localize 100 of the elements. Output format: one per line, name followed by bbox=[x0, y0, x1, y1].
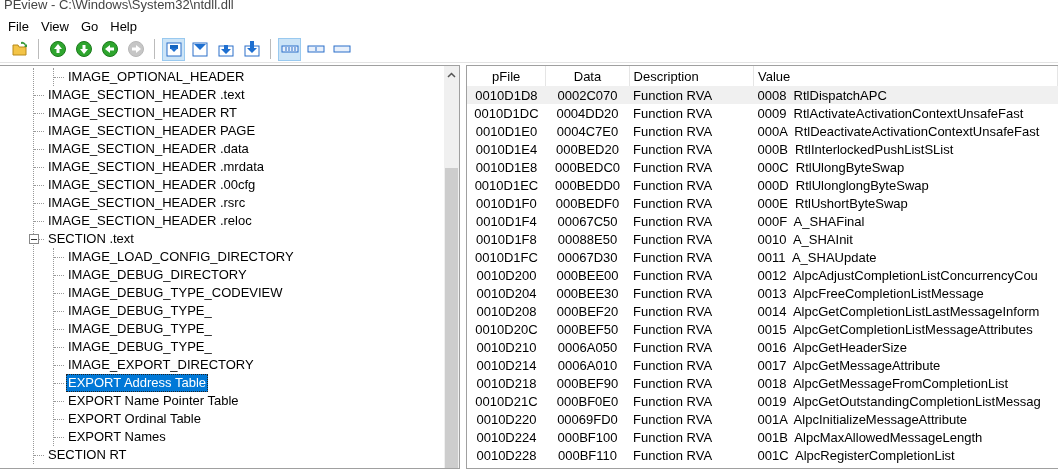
table-cell-text: 0011 A_SHAUpdate bbox=[756, 248, 878, 266]
table-cell-text: Function RVA bbox=[632, 284, 714, 302]
table-row[interactable]: 0010D204 000BEE30 Function RVA 0013 AlpcFreeCompletionListMessage bbox=[467, 284, 1058, 302]
table-row[interactable]: 0010D220 00069FD0 Function RVA 001A AlpcInitializeMessageAttribute bbox=[467, 410, 1058, 428]
table-cell-text: 0010D214 bbox=[475, 356, 538, 374]
tree-item[interactable]: IMAGE_DEBUG_TYPE_ bbox=[66, 302, 214, 320]
table-cell-text: 0010D224 bbox=[475, 428, 538, 446]
tree-item[interactable]: IMAGE_OPTIONAL_HEADER bbox=[66, 68, 247, 86]
tree-item[interactable]: SECTION RT bbox=[46, 446, 129, 464]
table-cell: 0008 RtlDispatchAPC bbox=[753, 86, 1058, 104]
table-cell-text: Function RVA bbox=[632, 158, 714, 176]
table-cell-text: 00069FD0 bbox=[556, 410, 619, 428]
table-cell-text: Function RVA bbox=[632, 446, 714, 464]
tree-item[interactable]: SECTION .text bbox=[46, 230, 136, 248]
table-cell-text: 000BF0E0 bbox=[555, 392, 620, 410]
table-cell-text: 00067D30 bbox=[556, 248, 619, 266]
table-cell-text: 0010D204 bbox=[475, 284, 538, 302]
table-cell-text: 0017 AlpcGetMessageAttribute bbox=[756, 356, 942, 374]
table-cell-text: 0006A010 bbox=[556, 356, 619, 374]
table-cell-text: 0010D218 bbox=[475, 374, 538, 392]
table-cell-text: 000A RtlDeactivateActivationContextUnsafeFast bbox=[756, 122, 1041, 140]
table-row[interactable]: 0010D1FC 00067D30 Function RVA 0011 A_SHAUpdate bbox=[467, 248, 1058, 266]
table-row[interactable]: 0010D1E8 000BEDC0 Function RVA 000C RtlUlongByteSwap bbox=[467, 158, 1058, 176]
table-row[interactable]: 0010D218 000BEF90 Function RVA 0018 AlpcGetMessageFromCompletionList bbox=[467, 374, 1058, 392]
scrollbar[interactable] bbox=[444, 66, 459, 468]
table-cell-text: 000F A_SHAFinal bbox=[756, 212, 866, 230]
table-cell: 0009 RtlActivateActivationContextUnsafeFast bbox=[753, 104, 1058, 122]
down-arrow-window-icon bbox=[164, 40, 183, 58]
table-cell-text: 0010D1EC bbox=[473, 176, 540, 194]
tree-item[interactable]: IMAGE_EXPORT_DIRECTORY bbox=[66, 356, 256, 374]
tree-item[interactable]: IMAGE_SECTION_HEADER .reloc bbox=[46, 212, 254, 230]
table-cell-text: 0010D228 bbox=[475, 446, 538, 464]
table-cell-text: 0010D1F8 bbox=[475, 230, 538, 248]
table-cell-text: 000D RtlUlonglongByteSwap bbox=[756, 176, 930, 194]
table-cell-text: 001A AlpcInitializeMessageAttribute bbox=[756, 410, 969, 428]
table-row[interactable]: 0010D1F0 000BEDF0 Function RVA 000E RtlUshortByteSwap bbox=[467, 194, 1058, 212]
table-row[interactable]: 0010D1D8 0002C070 Function RVA 0008 RtlDispatchAPC bbox=[467, 86, 1058, 104]
tree-item[interactable]: EXPORT Names bbox=[66, 428, 168, 446]
tree-item[interactable]: IMAGE_DEBUG_TYPE_ bbox=[66, 320, 214, 338]
table-cell-text: 000BF100 bbox=[556, 428, 619, 446]
table-row[interactable]: 0010D214 0006A010 Function RVA 0017 AlpcGetMessageAttribute bbox=[467, 356, 1058, 374]
table-cell-text: Function RVA bbox=[632, 230, 714, 248]
table-row[interactable]: 0010D210 0006A050 Function RVA 0016 AlpcGetHeaderSize bbox=[467, 338, 1058, 356]
table-row[interactable]: 0010D1E0 0004C7E0 Function RVA 000A RtlDeactivateActivationContextUnsafeFast bbox=[467, 122, 1058, 140]
table-cell-text: 0012 AlpcAdjustCompletionListConcurrencyCou bbox=[756, 266, 1039, 284]
menu-item[interactable]: File bbox=[2, 18, 35, 34]
tree-item[interactable]: IMAGE_SECTION_HEADER .data bbox=[46, 140, 251, 158]
table-row[interactable]: 0010D1F4 00067C50 Function RVA 000F A_SHAFinal bbox=[467, 212, 1058, 230]
up-caret-icon[interactable] bbox=[447, 72, 456, 78]
table-cell: 0010D1DC bbox=[467, 104, 546, 122]
table-cell-text: 0013 AlpcFreeCompletionListMessage bbox=[756, 284, 985, 302]
table-cell-text: 0010D220 bbox=[475, 410, 538, 428]
tree-item[interactable]: IMAGE_SECTION_HEADER .text bbox=[46, 86, 247, 104]
table-cell-text: 0006A050 bbox=[556, 338, 619, 356]
tree-item[interactable]: IMAGE_SECTION_HEADER .rsrc bbox=[46, 194, 248, 212]
table-cell: 0010D1D8 bbox=[467, 86, 546, 104]
table-cell-text: 000BEDC0 bbox=[553, 158, 621, 176]
table-cell-text: 000BEE00 bbox=[555, 266, 620, 284]
table-row[interactable]: 0010D1E4 000BED20 Function RVA 000B RtlInterlockedPushListSList bbox=[467, 140, 1058, 158]
table-cell-text: Function RVA bbox=[632, 410, 714, 428]
table-cell-text: 001B AlpcMaxAllowedMessageLength bbox=[756, 428, 984, 446]
tree-item[interactable]: EXPORT Address Table bbox=[66, 374, 209, 392]
collapse-icon[interactable] bbox=[29, 234, 39, 244]
table-row[interactable]: 0010D224 000BF100 Function RVA 001B AlpcMaxAllowedMessageLength bbox=[467, 428, 1058, 446]
table-cell-text: 0010D1E0 bbox=[474, 122, 539, 140]
table-cell-text: Function RVA bbox=[632, 320, 714, 338]
tree-item[interactable]: IMAGE_DEBUG_TYPE_CODEVIEW bbox=[66, 284, 285, 302]
toolbar-button[interactable] bbox=[278, 37, 301, 61]
tree-item[interactable]: EXPORT Ordinal Table bbox=[66, 410, 203, 428]
down-arrow-window-icon bbox=[242, 40, 261, 58]
menu-item[interactable]: Help bbox=[104, 18, 143, 34]
table-row[interactable]: 0010D1F8 00088E50 Function RVA 0010 A_SHAInit bbox=[467, 230, 1058, 248]
window-title: PEview - C:\Windows\System32\ntdll.dll bbox=[4, 0, 234, 12]
tree-item[interactable]: IMAGE_SECTION_HEADER RT bbox=[46, 104, 240, 122]
table-cell-text: 0010 A_SHAInit bbox=[756, 230, 854, 248]
menu-item[interactable]: View bbox=[34, 18, 75, 34]
tree-item[interactable]: IMAGE_SECTION_HEADER .mrdata bbox=[46, 158, 266, 176]
table-row[interactable]: 0010D228 000BF110 Function RVA 001C AlpcRegisterCompletionList bbox=[467, 446, 1058, 464]
table-row[interactable]: 0010D200 000BEE00 Function RVA 0012 AlpcAdjustCompletionListConcurrencyCou bbox=[467, 266, 1058, 284]
table-row[interactable]: 0010D20C 000BEF50 Function RVA 0015 AlpcGetCompletionListMessageAttributes bbox=[467, 320, 1058, 338]
tree-item[interactable]: IMAGE_DEBUG_TYPE_ bbox=[66, 338, 214, 356]
tree-item[interactable]: IMAGE_DEBUG_DIRECTORY bbox=[66, 266, 249, 284]
table-row[interactable]: 0010D21C 000BF0E0 Function RVA 0019 AlpcGetOutstandingCompletionListMessag bbox=[467, 392, 1058, 410]
toolbar-button[interactable] bbox=[162, 37, 185, 61]
table-cell-text: 0004C7E0 bbox=[555, 122, 620, 140]
tree-item[interactable]: EXPORT Name Pointer Table bbox=[66, 392, 241, 410]
table-cell-text: 000BEDF0 bbox=[554, 194, 621, 212]
table-cell-text: 0010D1E4 bbox=[474, 140, 539, 158]
table-cell-text: Function RVA bbox=[632, 122, 714, 140]
tree-item[interactable]: IMAGE_LOAD_CONFIG_DIRECTORY bbox=[66, 248, 296, 266]
menu-item[interactable]: Go bbox=[74, 18, 105, 34]
table-cell-text: 000C RtlUlongByteSwap bbox=[756, 158, 906, 176]
table-row[interactable]: 0010D1DC 0004DD20 Function RVA 0009 RtlActivateActivationContextUnsafeFast bbox=[467, 104, 1058, 122]
tree-item[interactable]: IMAGE_SECTION_HEADER .00cfg bbox=[46, 176, 258, 194]
table-row[interactable]: 0010D208 000BEF20 Function RVA 0014 AlpcGetCompletionListLastMessageInform bbox=[467, 302, 1058, 320]
table-cell-text: Function RVA bbox=[632, 140, 714, 158]
table-cell-text: 000E RtlUshortByteSwap bbox=[756, 194, 909, 212]
window-icon bbox=[190, 40, 209, 58]
tree-item[interactable]: IMAGE_SECTION_HEADER PAGE bbox=[46, 122, 258, 140]
table-row[interactable]: 0010D1EC 000BEDD0 Function RVA 000D RtlUlonglongByteSwap bbox=[467, 176, 1058, 194]
